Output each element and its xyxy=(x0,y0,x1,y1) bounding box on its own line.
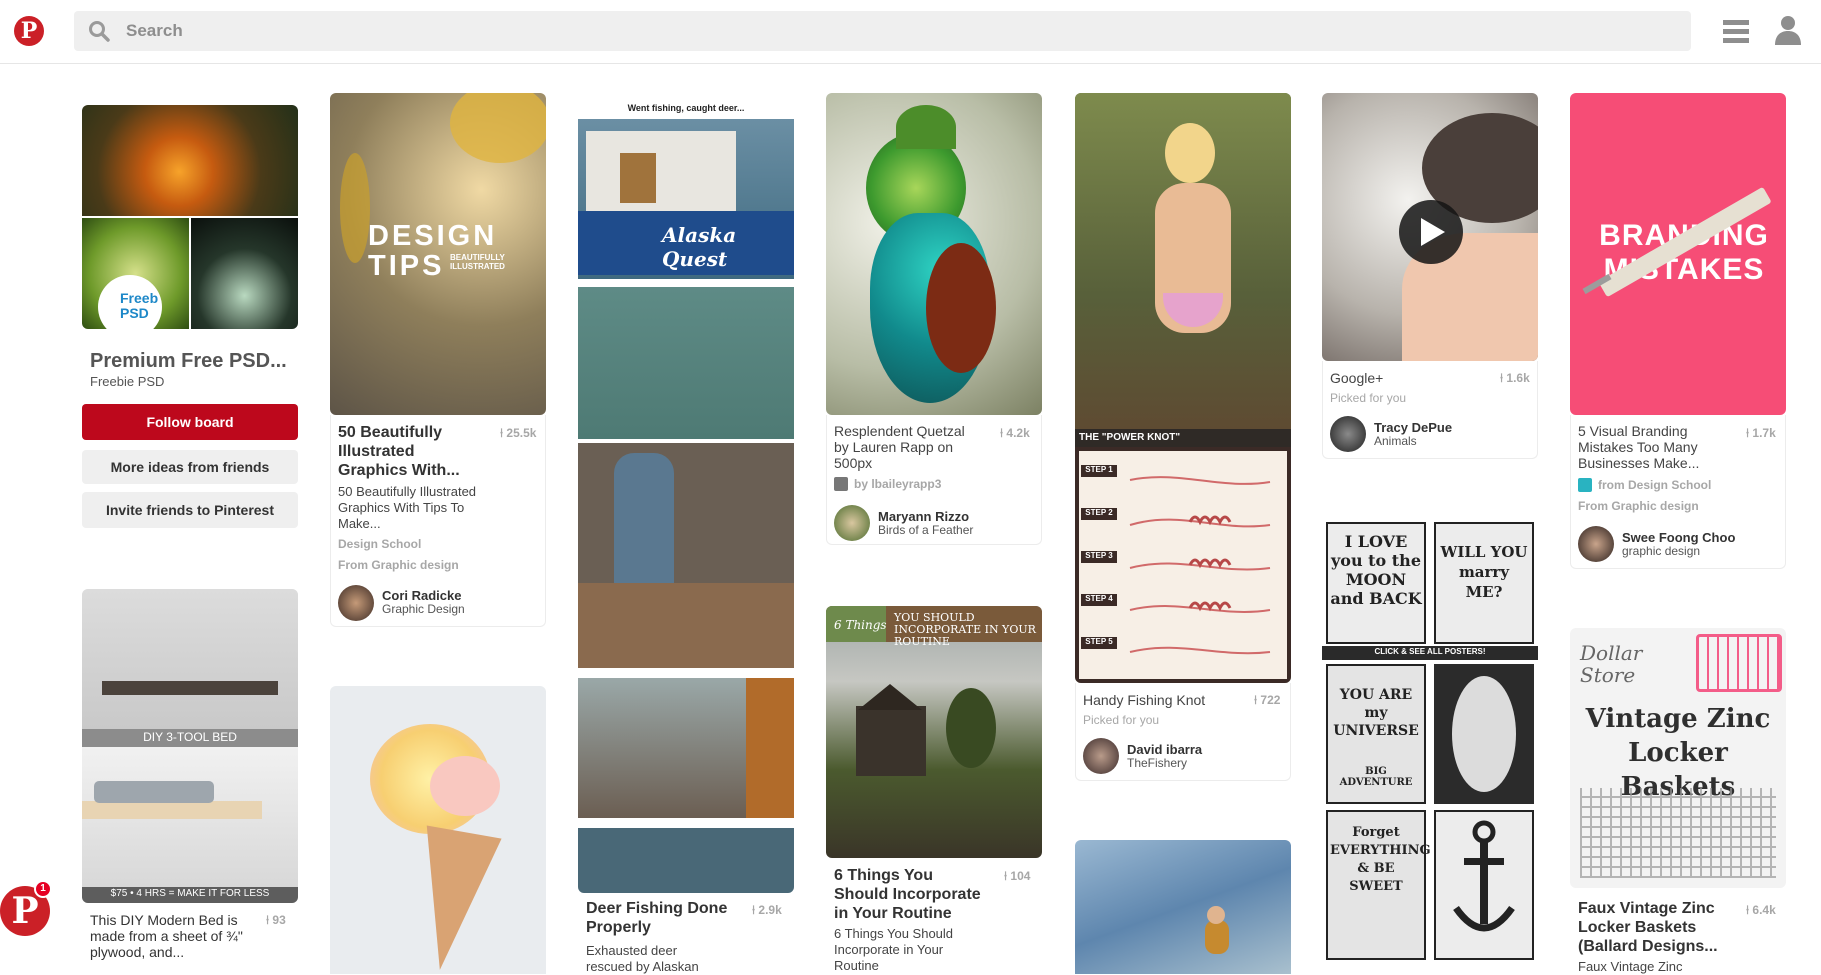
pinner-board[interactable]: graphic design xyxy=(1622,544,1700,558)
pin-title[interactable]: This DIY Modern Bed is made from a sheet… xyxy=(90,912,250,960)
save-count-value: 25.5k xyxy=(506,426,537,440)
pin-image[interactable]: BRANDING MISTAKES xyxy=(1570,93,1786,415)
pin-title[interactable]: 6 Things You Should Incorporate in Your … xyxy=(834,866,984,923)
knot-step-label: STEP 3 xyxy=(1081,551,1117,563)
save-count-value: 4.2k xyxy=(1006,426,1030,440)
pin-overlay-subtitle: BEAUTIFULLY ILLUSTRATED xyxy=(450,253,505,271)
pin-description: Exhausted deer rescued by Alaskan xyxy=(586,943,699,974)
pin-title[interactable]: Handy Fishing Knot xyxy=(1083,692,1205,708)
pin-title[interactable]: Google+ xyxy=(1330,370,1383,386)
poster-text: BIG ADVENTURE xyxy=(1339,766,1413,788)
pinner-board[interactable]: Graphic Design xyxy=(382,602,465,616)
invite-friends-button[interactable]: Invite friends to Pinterest xyxy=(82,492,298,528)
save-count-value: 6.4k xyxy=(1752,903,1776,917)
picked-for-you: Picked for you xyxy=(1330,391,1407,405)
pin-description: 6 Things You Should Incorporate in Your … xyxy=(834,926,954,973)
save-count-value: 104 xyxy=(1010,869,1031,883)
boat-text: Alaska Quest xyxy=(662,223,737,271)
pin-image[interactable]: DIY 3-TOOL BED $75 • 4 HRS = MAKE IT FOR… xyxy=(82,589,298,903)
search-bar[interactable] xyxy=(74,11,1691,51)
pin-overlay-title: DESIGN TIPS xyxy=(368,220,498,282)
knot-step-label: STEP 4 xyxy=(1081,594,1117,606)
pinner-name[interactable]: Cori Radicke xyxy=(382,588,461,603)
pin-image[interactable]: Dollar Store Vintage Zinc Locker Baskets xyxy=(1570,628,1786,888)
poster-text: I LOVE you to the MOON and BACK xyxy=(1330,532,1422,608)
board-owner[interactable]: Freebie PSD xyxy=(90,374,164,389)
pin-image[interactable] xyxy=(826,93,1042,415)
poster-text: Forget EVERYTHING & BE SWEET xyxy=(1330,825,1431,894)
pin-image[interactable] xyxy=(1075,840,1291,974)
search-input[interactable] xyxy=(126,11,1626,51)
play-icon xyxy=(1421,218,1445,246)
pin-from[interactable]: From Graphic design xyxy=(338,558,459,572)
pinner-name[interactable]: Maryann Rizzo xyxy=(878,509,969,524)
pin-description: Faux Vintage Zinc xyxy=(1578,959,1683,974)
knot-diagram-icon xyxy=(1129,476,1271,655)
save-count-value: 1.6k xyxy=(1506,371,1530,385)
board-cover-image[interactable]: Freeb PSD xyxy=(82,105,298,329)
pin-image-strip: $75 • 4 HRS = MAKE IT FOR LESS xyxy=(110,888,270,899)
pin-via[interactable]: by lbaileyrapp3 xyxy=(854,477,941,491)
avatar[interactable] xyxy=(1578,526,1614,562)
pinner-name[interactable]: Swee Foong Choo xyxy=(1622,530,1735,545)
save-count-value: 1.7k xyxy=(1752,426,1776,440)
pin-overlay-store: Dollar Store xyxy=(1580,641,1643,687)
pin-source[interactable]: Design School xyxy=(338,537,421,551)
knot-banner: THE "POWER KNOT" xyxy=(1079,432,1181,443)
board-badge-label: Freeb PSD xyxy=(120,290,159,321)
posters-strip: CLICK & SEE ALL POSTERS! xyxy=(1374,647,1486,656)
knot-step-label: STEP 2 xyxy=(1081,508,1117,520)
top-bar: P xyxy=(0,0,1821,64)
menu-icon[interactable] xyxy=(1723,19,1749,43)
pin-banner: YOU SHOULD INCORPORATE IN YOUR ROUTINE xyxy=(894,611,1036,648)
avatar[interactable] xyxy=(1330,416,1366,452)
avatar[interactable] xyxy=(1083,738,1119,774)
search-icon xyxy=(89,21,110,42)
pinner-name[interactable]: David ibarra xyxy=(1127,742,1202,757)
follow-board-button[interactable]: Follow board xyxy=(82,404,298,440)
pin-image[interactable] xyxy=(330,686,546,974)
pin-title[interactable]: Resplendent Quetzal by Lauren Rapp on 50… xyxy=(834,423,974,471)
save-count-value: 722 xyxy=(1260,693,1281,707)
anchor-icon xyxy=(1453,820,1515,932)
source-icon xyxy=(834,477,848,491)
pin-image[interactable]: I LOVE you to the MOON and BACK WILL YOU… xyxy=(1322,518,1538,974)
save-count-value: 2.9k xyxy=(758,903,782,917)
pinner-board[interactable]: TheFishery xyxy=(1127,756,1187,770)
pinterest-logo-icon[interactable]: P xyxy=(14,16,44,46)
save-count: ⍿ 1.7k xyxy=(1746,426,1776,440)
pin-image-caption: Went fishing, caught deer... xyxy=(627,103,745,113)
poster-text: YOU ARE my UNIVERSE xyxy=(1333,687,1419,739)
pin-icon: ⍿ xyxy=(266,913,270,927)
pin-image-label: DIY 3-TOOL BED xyxy=(143,730,237,744)
pin-from[interactable]: From Graphic design xyxy=(1578,499,1699,513)
avatar[interactable] xyxy=(834,505,870,541)
pin-description: 50 Beautifully Illustrated Graphics With… xyxy=(338,484,477,531)
pin-image[interactable]: DESIGN TIPS BEAUTIFULLY ILLUSTRATED xyxy=(330,93,546,415)
notification-badge[interactable]: 1 xyxy=(34,880,52,898)
pinner-board[interactable]: Animals xyxy=(1374,434,1417,448)
avatar[interactable] xyxy=(338,585,374,621)
design-school-icon xyxy=(1578,478,1592,492)
pin-title[interactable]: Faux Vintage Zinc Locker Baskets (Ballar… xyxy=(1578,899,1728,956)
pin-title[interactable]: Deer Fishing Done Properly xyxy=(586,899,736,937)
pin-title[interactable]: 5 Visual Branding Mistakes Too Many Busi… xyxy=(1578,423,1718,471)
save-count: ⍿ 6.4k xyxy=(1746,903,1776,917)
picked-for-you: Picked for you xyxy=(1083,713,1160,727)
knot-step-label: STEP 5 xyxy=(1081,637,1117,649)
poster-text: WILL YOU marry ME? xyxy=(1440,543,1528,601)
play-video-button[interactable] xyxy=(1399,200,1463,264)
more-ideas-button[interactable]: More ideas from friends xyxy=(82,450,298,484)
pin-image[interactable]: 6 Things YOU SHOULD INCORPORATE IN YOUR … xyxy=(826,606,1042,858)
board-title[interactable]: Premium Free PSD... xyxy=(90,350,287,373)
pin-source[interactable]: from Design School xyxy=(1598,478,1711,492)
save-count-value: 93 xyxy=(272,913,286,927)
pinner-board[interactable]: Birds of a Feather xyxy=(878,523,973,537)
pinner-name[interactable]: Tracy DePue xyxy=(1374,420,1452,435)
user-profile-icon[interactable] xyxy=(1775,15,1801,45)
pin-title[interactable]: 50 Beautifully Illustrated Graphics With… xyxy=(338,423,478,480)
pin-banner-tag: 6 Things xyxy=(834,618,887,632)
knot-step-label: STEP 1 xyxy=(1081,465,1117,477)
pin-image[interactable]: Went fishing, caught deer... Alaska Ques… xyxy=(578,93,794,893)
